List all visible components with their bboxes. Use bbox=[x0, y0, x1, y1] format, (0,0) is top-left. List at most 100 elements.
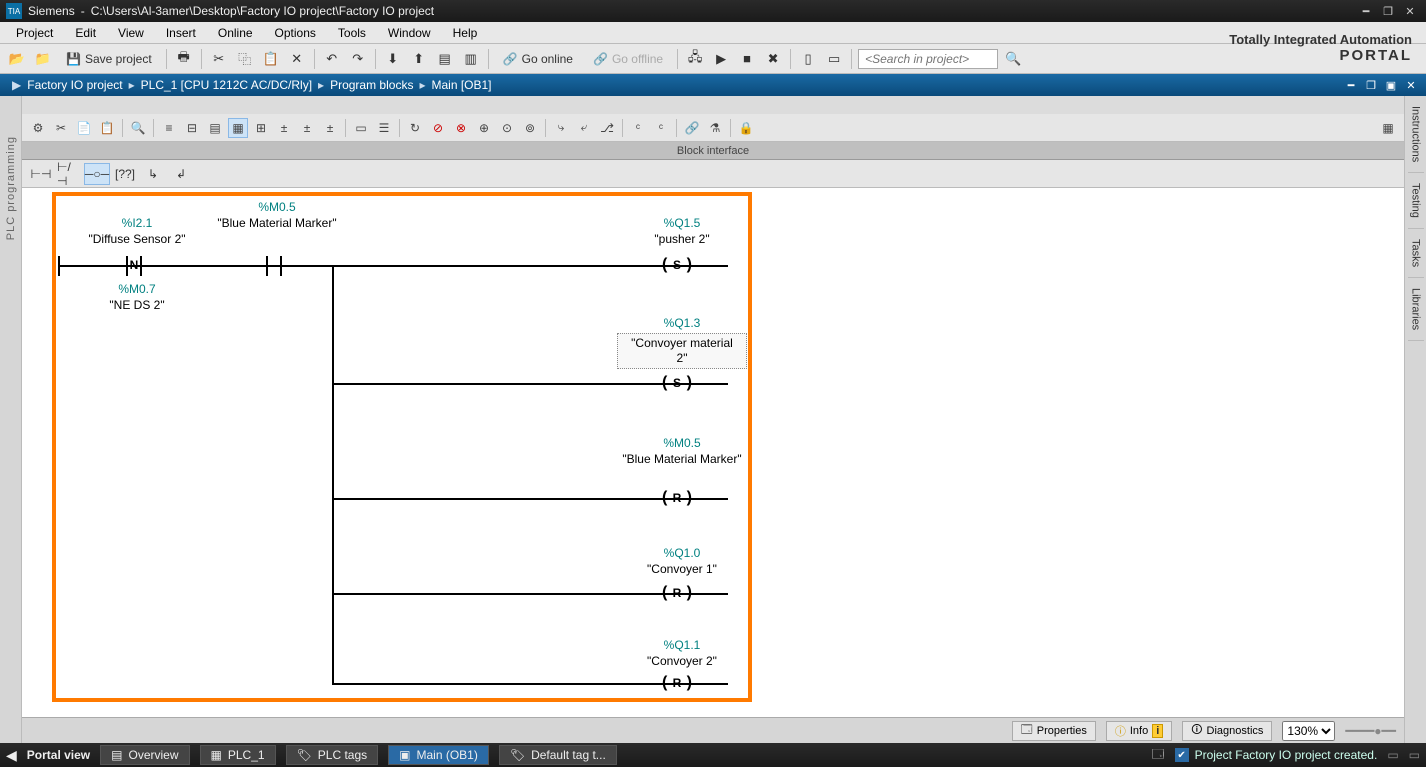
et-9-icon[interactable]: ▦ bbox=[228, 118, 248, 138]
delete-icon[interactable]: ✕ bbox=[286, 48, 308, 70]
split-v-icon[interactable]: ▭ bbox=[823, 48, 845, 70]
diagnostics-panel-button[interactable]: 🛈 Diagnostics bbox=[1182, 721, 1272, 741]
download-icon[interactable]: ⬇ bbox=[382, 48, 404, 70]
accessible-devices-icon[interactable]: 🖧 bbox=[684, 48, 706, 70]
undo-icon[interactable]: ↶ bbox=[321, 48, 343, 70]
bc-0[interactable]: Factory IO project bbox=[27, 78, 122, 92]
task-default-tag[interactable]: 🏷Default tag t... bbox=[499, 745, 617, 765]
ladder-area[interactable]: %I2.1 "Diffuse Sensor 2" N %M0.7 "NE DS … bbox=[22, 188, 1404, 717]
et-6-icon[interactable]: ≡ bbox=[159, 118, 179, 138]
tab-tasks[interactable]: Tasks bbox=[1408, 229, 1424, 278]
compare-icon[interactable]: ▥ bbox=[460, 48, 482, 70]
minimize-icon[interactable]: ━ bbox=[1356, 3, 1376, 19]
et-24-icon[interactable]: ⎇ bbox=[597, 118, 617, 138]
bc-3[interactable]: Main [OB1] bbox=[431, 78, 491, 92]
open-project-icon[interactable]: 📁 bbox=[32, 48, 54, 70]
et-14-icon[interactable]: ▭ bbox=[351, 118, 371, 138]
et-3-icon[interactable]: 📄 bbox=[74, 118, 94, 138]
force-icon[interactable]: ✖ bbox=[762, 48, 784, 70]
et-22-icon[interactable]: ⤷ bbox=[551, 118, 571, 138]
menu-options[interactable]: Options bbox=[265, 24, 326, 42]
editor-close-icon[interactable]: ✕ bbox=[1402, 77, 1420, 93]
et-10-icon[interactable]: ⊞ bbox=[251, 118, 271, 138]
editor-min-icon[interactable]: ━ bbox=[1342, 77, 1360, 93]
contact-blue-material-marker[interactable] bbox=[262, 256, 286, 276]
zoom-slider-icon[interactable]: ━━━━●━━ bbox=[1345, 724, 1396, 738]
palette-nc-contact-icon[interactable]: ⊢/⊣ bbox=[56, 163, 82, 185]
menu-view[interactable]: View bbox=[108, 24, 154, 42]
palette-box-icon[interactable]: [??] bbox=[112, 163, 138, 185]
et-17-icon[interactable]: ⊘ bbox=[428, 118, 448, 138]
search-go-icon[interactable]: 🔍 bbox=[1002, 48, 1024, 70]
coil-blue-material-marker-reset[interactable]: (R) bbox=[662, 489, 692, 509]
et-27-icon[interactable]: 🔗 bbox=[682, 118, 702, 138]
palette-no-contact-icon[interactable]: ⊢⊣ bbox=[28, 163, 54, 185]
bc-2[interactable]: Program blocks bbox=[330, 78, 413, 92]
et-20-icon[interactable]: ⊙ bbox=[497, 118, 517, 138]
split-h-icon[interactable]: ▯ bbox=[797, 48, 819, 70]
go-online-button[interactable]: 🔗 Go online bbox=[495, 48, 581, 70]
editor-max-icon[interactable]: ▣ bbox=[1382, 77, 1400, 93]
name-q13[interactable]: "Convoyer material 2" bbox=[617, 333, 747, 369]
et-21-icon[interactable]: ⊚ bbox=[520, 118, 540, 138]
tab-instructions[interactable]: Instructions bbox=[1408, 96, 1424, 173]
paste-icon[interactable]: 📋 bbox=[260, 48, 282, 70]
editor-float-icon[interactable]: ❐ bbox=[1362, 77, 1380, 93]
cut-icon[interactable]: ✂ bbox=[208, 48, 230, 70]
et-23-icon[interactable]: ⤶ bbox=[574, 118, 594, 138]
palette-branch-icon[interactable]: ↳ bbox=[140, 163, 166, 185]
save-project-button[interactable]: 💾 Save project bbox=[58, 48, 160, 70]
et-19-icon[interactable]: ⊕ bbox=[474, 118, 494, 138]
task-overview[interactable]: ▤Overview bbox=[100, 745, 189, 765]
et-16-icon[interactable]: ↻ bbox=[405, 118, 425, 138]
menu-tools[interactable]: Tools bbox=[328, 24, 376, 42]
et-8-icon[interactable]: ▤ bbox=[205, 118, 225, 138]
et-15-icon[interactable]: ☰ bbox=[374, 118, 394, 138]
et-11-icon[interactable]: ± bbox=[274, 118, 294, 138]
task-restore-icon[interactable]: ▭ bbox=[1409, 748, 1420, 762]
et-18-icon[interactable]: ⊗ bbox=[451, 118, 471, 138]
et-1-icon[interactable]: ⚙ bbox=[28, 118, 48, 138]
task-main-ob1[interactable]: ▣Main (OB1) bbox=[388, 745, 489, 765]
properties-panel-button[interactable]: 🗔 Properties bbox=[1012, 721, 1096, 741]
portal-view-label[interactable]: Portal view bbox=[27, 748, 90, 762]
compile-icon[interactable]: ▤ bbox=[434, 48, 456, 70]
palette-coil-icon[interactable]: ─○─ bbox=[84, 163, 110, 185]
et-26-icon[interactable]: ᶜ bbox=[651, 118, 671, 138]
coil-convoyer-2-reset[interactable]: (R) bbox=[662, 674, 692, 694]
start-cpu-icon[interactable]: ▶ bbox=[710, 48, 732, 70]
et-right-icon[interactable]: ▦ bbox=[1378, 118, 1398, 138]
info-panel-button[interactable]: ⓘ Info i bbox=[1106, 721, 1172, 741]
zoom-select[interactable]: 130% bbox=[1282, 721, 1335, 741]
et-29-icon[interactable]: 🔒 bbox=[736, 118, 756, 138]
tab-testing[interactable]: Testing bbox=[1408, 173, 1424, 229]
new-project-icon[interactable]: 📂 bbox=[6, 48, 28, 70]
block-interface-header[interactable]: Block interface bbox=[22, 142, 1404, 160]
go-offline-button[interactable]: 🔗 Go offline bbox=[585, 48, 671, 70]
upload-icon[interactable]: ⬆ bbox=[408, 48, 430, 70]
palette-branch-close-icon[interactable]: ↲ bbox=[168, 163, 194, 185]
stop-cpu-icon[interactable]: ■ bbox=[736, 48, 758, 70]
close-icon[interactable]: ✕ bbox=[1400, 3, 1420, 19]
restoredown-icon[interactable]: ❐ bbox=[1378, 3, 1398, 19]
menu-project[interactable]: Project bbox=[6, 24, 63, 42]
copy-icon[interactable]: ⿻ bbox=[234, 48, 256, 70]
et-2-icon[interactable]: ✂ bbox=[51, 118, 71, 138]
et-28-icon[interactable]: ⚗ bbox=[705, 118, 725, 138]
et-25-icon[interactable]: ᶜ bbox=[628, 118, 648, 138]
et-7-icon[interactable]: ⊟ bbox=[182, 118, 202, 138]
menu-insert[interactable]: Insert bbox=[156, 24, 206, 42]
task-plctags[interactable]: 🏷PLC tags bbox=[286, 745, 379, 765]
tab-libraries[interactable]: Libraries bbox=[1408, 278, 1424, 341]
task-plc1[interactable]: ▦PLC_1 bbox=[200, 745, 276, 765]
et-13-icon[interactable]: ± bbox=[320, 118, 340, 138]
et-4-icon[interactable]: 📋 bbox=[97, 118, 117, 138]
portal-arrow-icon[interactable]: ◀ bbox=[6, 747, 17, 764]
search-input[interactable] bbox=[858, 49, 998, 69]
print-icon[interactable]: 🖶 bbox=[173, 48, 195, 70]
left-sidebar[interactable]: PLC programming bbox=[0, 96, 22, 743]
task-min-icon[interactable]: ▭ bbox=[1387, 748, 1398, 762]
coil-convoyer-1-reset[interactable]: (R) bbox=[662, 584, 692, 604]
menu-window[interactable]: Window bbox=[378, 24, 441, 42]
breadcrumb-arrow-icon[interactable]: ▶ bbox=[12, 78, 21, 92]
